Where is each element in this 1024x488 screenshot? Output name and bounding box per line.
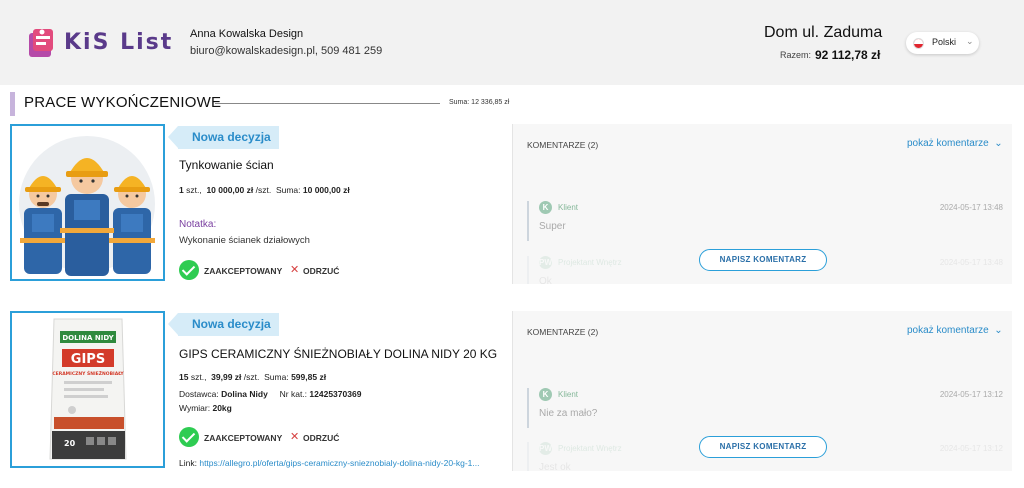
workers-illustration: [19, 136, 155, 276]
accept-button[interactable]: ZAAKCEPTOWANY: [204, 266, 282, 276]
item-unit-price: 10 000,00 zł: [206, 185, 254, 195]
total-label: Razem:: [780, 50, 812, 60]
app-logo[interactable]: KiS List: [26, 27, 171, 61]
comment-time: 2024-05-17 13:48: [939, 203, 1003, 212]
section-title: PRACE WYKOŃCZENIOWE: [24, 94, 222, 111]
app-header: KiS List Anna Kowalska Design biuro@kowa…: [0, 0, 1024, 85]
reject-x-icon[interactable]: ✕: [290, 432, 299, 443]
comment-entry: K Klient 2024-05-17 13:12 Nie za mało?: [527, 388, 1003, 428]
note-label: Notatka:: [179, 219, 217, 230]
show-comments-label: pokaż komentarze: [907, 325, 989, 336]
product-name: GIPS: [71, 352, 105, 367]
reject-button[interactable]: ODRZUĆ: [303, 433, 339, 443]
item-link-row: Link: https://allegro.pl/oferta/gips-cer…: [179, 458, 480, 468]
catalog-label: Nr kat.:: [279, 389, 308, 399]
decision-item: DOLINA NIDY GIPS CERAMICZNY ŚNIEŻNOBIAŁY…: [0, 311, 1024, 471]
item-dimensions: Wymiar: 20kg: [179, 403, 232, 413]
chevron-down-icon: ⌄: [991, 138, 1003, 149]
comment-author: Klient: [558, 203, 579, 212]
item-sum-value: 599,85 zł: [291, 372, 327, 382]
avatar: PW: [539, 442, 552, 455]
dims-value: 20kg: [212, 403, 232, 413]
product-subtitle: CERAMICZNY ŚNIEŻNOBIAŁY: [52, 370, 124, 377]
reject-x-icon[interactable]: ✕: [290, 265, 299, 276]
gips-bag-illustration: DOLINA NIDY GIPS CERAMICZNY ŚNIEŻNOBIAŁY…: [12, 313, 163, 466]
comment-text: Nie za mało?: [539, 408, 598, 419]
note-text: Wykonanie ścianek działowych: [179, 235, 310, 246]
section-sum: Suma: 12 336,85 zł: [449, 99, 510, 106]
decision-item: Nowa decyzja Tynkowanie ścian 1 szt., 10…: [0, 124, 1024, 284]
comments-title: KOMENTARZE (2): [527, 140, 599, 150]
item-unit-price: 39,99 zł: [211, 372, 242, 382]
show-comments-toggle[interactable]: pokaż komentarze ⌄: [907, 325, 1003, 336]
write-comment-button[interactable]: NAPISZ KOMENTARZ: [699, 436, 827, 458]
comment-author: Projektant Wnętrz: [558, 258, 622, 267]
show-comments-label: pokaż komentarze: [907, 138, 989, 149]
company-name: Anna Kowalska Design: [190, 28, 304, 40]
comment-author: Projektant Wnętrz: [558, 444, 622, 453]
language-label: Polski: [932, 37, 957, 47]
logo-icon: [29, 29, 53, 57]
item-name: Tynkowanie ścian: [179, 158, 274, 172]
avatar: K: [539, 201, 552, 214]
accept-check-icon[interactable]: [179, 427, 199, 447]
supplier-label: Dostawca:: [179, 389, 219, 399]
item-qty: 1: [179, 185, 184, 195]
project-title: Dom ul. Zaduma: [764, 24, 883, 41]
language-selector[interactable]: Polski ⌄: [906, 32, 979, 54]
comment-time: 2024-05-17 13:12: [939, 444, 1003, 453]
accept-button[interactable]: ZAAKCEPTOWANY: [204, 433, 282, 443]
avatar: K: [539, 388, 552, 401]
logo-text: KiS List: [64, 30, 174, 55]
comment-time: 2024-05-17 13:48: [939, 258, 1003, 267]
item-supplier-catalog: Dostawca: Dolina Nidy Nr kat.: 124253703…: [179, 389, 361, 399]
item-sum-label: Suma:: [264, 372, 289, 382]
product-weight: 20: [64, 439, 76, 448]
chevron-down-icon: ⌄: [966, 36, 974, 46]
item-image-gips-bag[interactable]: DOLINA NIDY GIPS CERAMICZNY ŚNIEŻNOBIAŁY…: [10, 311, 165, 468]
company-contact: biuro@kowalskadesign.pl, 509 481 259: [190, 45, 383, 57]
reject-button[interactable]: ODRZUĆ: [303, 266, 339, 276]
product-link[interactable]: https://allegro.pl/oferta/gips-ceramiczn…: [199, 458, 479, 468]
comment-text: Ok: [539, 276, 552, 284]
product-brand: DOLINA NIDY: [62, 334, 114, 342]
poland-flag-icon: [913, 38, 924, 49]
item-quantity-price: 15 szt., 39,99 zł /szt. Suma: 599,85 zł: [179, 372, 326, 382]
section-divider: [215, 103, 440, 104]
show-comments-toggle[interactable]: pokaż komentarze ⌄: [907, 138, 1003, 149]
item-per-unit: /szt.: [243, 372, 260, 382]
supplier-value: Dolina Nidy: [221, 389, 268, 399]
comment-entry: K Klient 2024-05-17 13:48 Super: [527, 201, 1003, 241]
item-name: GIPS CERAMICZNY ŚNIEŻNOBIAŁY DOLINA NIDY…: [179, 347, 498, 361]
section-accent-bar: [10, 92, 15, 116]
avatar: PW: [539, 256, 552, 269]
accept-check-icon[interactable]: [179, 260, 199, 280]
comments-panel: KOMENTARZE (2) pokaż komentarze ⌄ K Klie…: [512, 124, 1012, 284]
item-qty: 15: [179, 372, 189, 382]
status-badge: Nowa decyzja: [168, 126, 279, 149]
comment-author: Klient: [558, 390, 579, 399]
comments-title: KOMENTARZE (2): [527, 327, 599, 337]
dims-label: Wymiar:: [179, 403, 211, 413]
status-badge: Nowa decyzja: [168, 313, 279, 336]
comment-time: 2024-05-17 13:12: [939, 390, 1003, 399]
item-per-unit: /szt.: [255, 185, 272, 195]
item-qty-unit: szt.,: [186, 185, 202, 195]
comments-panel: KOMENTARZE (2) pokaż komentarze ⌄ K Klie…: [512, 311, 1012, 471]
item-qty-unit: szt.,: [190, 372, 207, 382]
chevron-down-icon: ⌄: [991, 325, 1003, 336]
item-sum-label: Suma:: [275, 185, 301, 195]
link-label: Link:: [179, 458, 197, 468]
catalog-value: 12425370369: [309, 389, 362, 399]
comment-text: Super: [539, 221, 566, 232]
write-comment-button[interactable]: NAPISZ KOMENTARZ: [699, 249, 827, 271]
total-value: 92 112,78 zł: [815, 48, 881, 62]
item-image-workers[interactable]: [10, 124, 165, 281]
item-sum-value: 10 000,00 zł: [302, 185, 350, 195]
comment-text: Jest ok: [539, 462, 571, 471]
item-quantity-price: 1 szt., 10 000,00 zł /szt. Suma: 10 000,…: [179, 185, 350, 195]
